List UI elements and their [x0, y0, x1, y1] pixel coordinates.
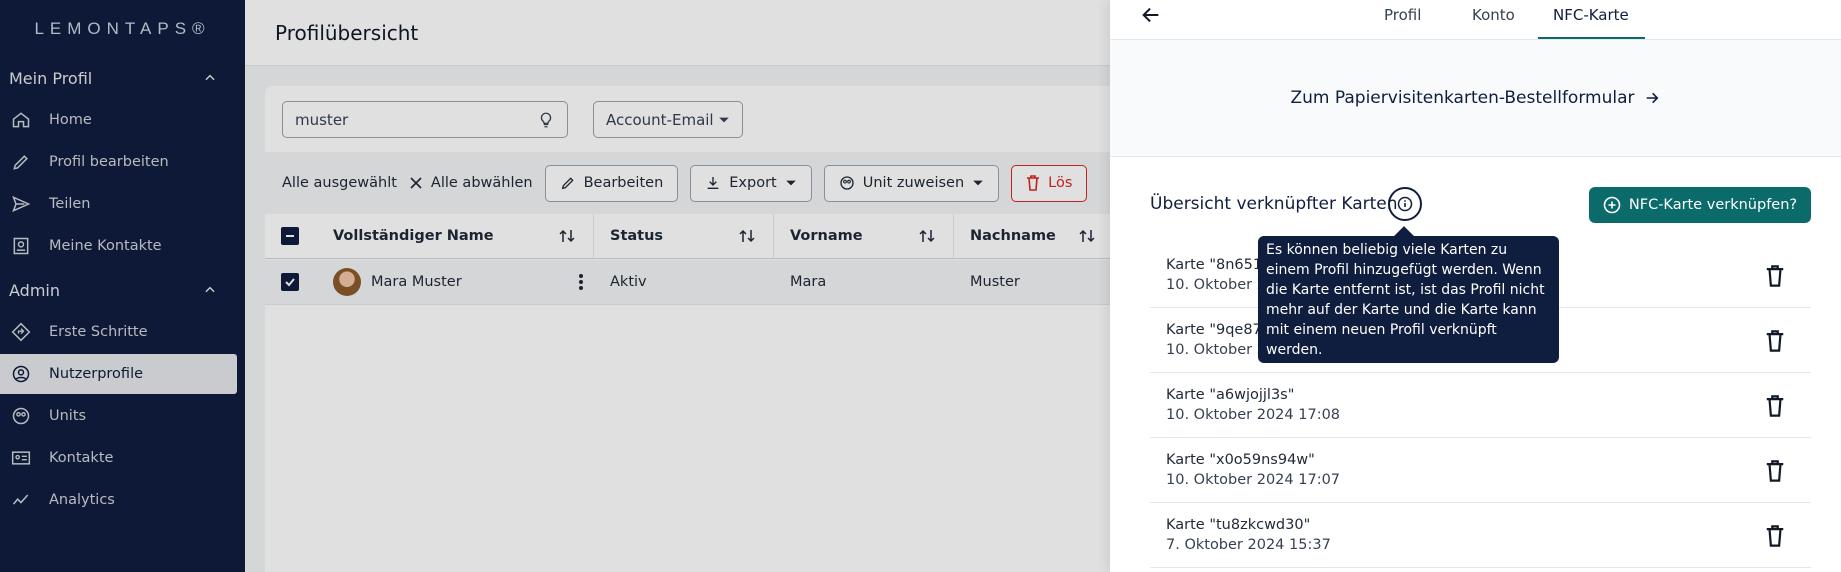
card-name: Karte "tu8zkcwd30"	[1166, 517, 1311, 533]
active-tab-indicator	[1538, 37, 1645, 39]
trash-icon[interactable]	[1765, 460, 1785, 482]
modal-backdrop[interactable]	[0, 0, 1110, 572]
plus-circle-icon	[1603, 196, 1621, 214]
tooltip-text: Es können beliebig viele Karten zu einem…	[1266, 242, 1545, 358]
trash-icon[interactable]	[1765, 525, 1785, 547]
linked-cards-title: Übersicht verknüpfter Karten	[1150, 194, 1398, 214]
arrow-right-icon[interactable]	[1644, 90, 1660, 106]
card-date: 10. Oktober 2024 17:08	[1166, 407, 1341, 423]
tab-konto[interactable]: Konto	[1472, 6, 1515, 24]
link-nfc-card-button[interactable]: NFC-Karte verknüpfen?	[1589, 187, 1811, 223]
card-date: 10. Oktober 2024 17:07	[1166, 472, 1341, 488]
trash-icon[interactable]	[1765, 265, 1785, 287]
card-name: Karte "9qe87e	[1166, 322, 1271, 338]
list-item: Karte "tu8zkcwd30" 7. Oktober 2024 15:37	[1150, 503, 1811, 568]
tab-nfc-karte[interactable]: NFC-Karte	[1553, 6, 1629, 24]
order-link-band: Zum Papiervisitenkarten-Bestellformular	[1110, 40, 1841, 157]
card-date: 7. Oktober 2024 15:37	[1166, 537, 1331, 553]
trash-icon[interactable]	[1765, 395, 1785, 417]
arrow-left-icon[interactable]	[1140, 4, 1162, 26]
card-name: Karte "8n651r	[1166, 257, 1269, 273]
drawer-tabs: Profil Konto NFC-Karte	[1110, 0, 1841, 40]
list-item: Karte "a6wjojjl3s" 10. Oktober 2024 17:0…	[1150, 373, 1811, 438]
link-nfc-card-label: NFC-Karte verknüpfen?	[1628, 197, 1798, 213]
info-icon[interactable]	[1388, 187, 1422, 221]
info-tooltip: Es können beliebig viele Karten zu einem…	[1258, 226, 1559, 363]
card-name: Karte "a6wjojjl3s"	[1166, 387, 1295, 403]
tab-profil[interactable]: Profil	[1384, 6, 1421, 24]
order-form-link[interactable]: Zum Papiervisitenkarten-Bestellformular	[1291, 88, 1635, 108]
card-name: Karte "x0o59ns94w"	[1166, 452, 1315, 468]
list-item: Karte "x0o59ns94w" 10. Oktober 2024 17:0…	[1150, 438, 1811, 503]
trash-icon[interactable]	[1765, 330, 1785, 352]
